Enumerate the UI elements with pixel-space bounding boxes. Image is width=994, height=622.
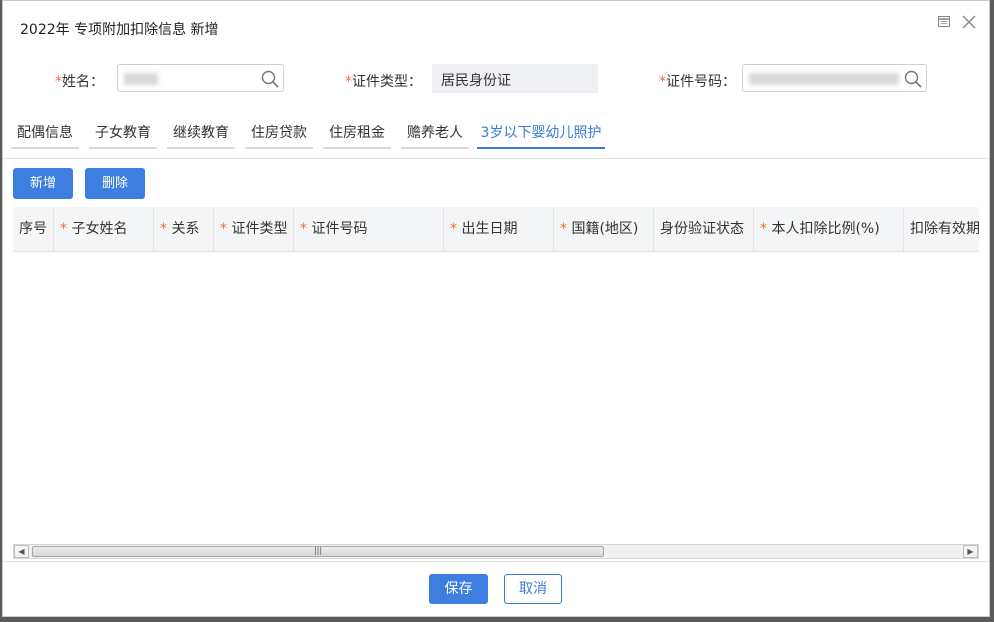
data-grid: 序号 * 子女姓名 * 关系 * 证件类型 * 证件号码 * 出生日期 * 国籍…	[13, 207, 979, 543]
column-header-deduction-ratio[interactable]: * 本人扣除比例(%)	[754, 207, 904, 251]
form-row: *姓名： *证件类型： 居民身份证 *证件号码：	[3, 59, 989, 99]
close-icon[interactable]	[961, 14, 977, 30]
column-header-nationality[interactable]: * 国籍(地区)	[554, 207, 654, 251]
search-icon[interactable]	[261, 70, 279, 88]
cancel-button[interactable]: 取消	[504, 574, 562, 604]
column-header-relation[interactable]: * 关系	[154, 207, 214, 251]
id-type-label: *证件类型：	[345, 74, 422, 90]
column-header-index[interactable]: 序号	[13, 207, 54, 251]
save-button[interactable]: 保存	[429, 574, 488, 604]
column-header-verification-status[interactable]: 身份验证状态	[654, 207, 754, 251]
tab-elderly-support[interactable]: 赡养老人	[401, 119, 469, 149]
tabs-divider	[3, 158, 989, 159]
column-header-birth-date[interactable]: * 出生日期	[444, 207, 554, 251]
tab-housing-loan[interactable]: 住房贷款	[245, 119, 313, 149]
tab-continuing-education[interactable]: 继续教育	[167, 119, 235, 149]
id-number-label: *证件号码：	[659, 74, 736, 90]
grid-header: 序号 * 子女姓名 * 关系 * 证件类型 * 证件号码 * 出生日期 * 国籍…	[13, 207, 979, 252]
required-mark: *	[55, 74, 62, 90]
id-number-redacted	[749, 73, 899, 85]
tab-children-education[interactable]: 子女教育	[89, 119, 157, 149]
horizontal-scrollbar[interactable]: ◀ ||| ▶	[13, 544, 979, 559]
scroll-right-icon[interactable]: ▶	[963, 545, 978, 558]
maximize-icon[interactable]	[938, 16, 950, 27]
tab-infant-care[interactable]: 3岁以下婴幼儿照护	[477, 119, 605, 149]
dialog-titlebar: 2022年 专项附加扣除信息 新增	[3, 1, 989, 53]
dialog: 2022年 专项附加扣除信息 新增 *姓名： *证件类型： 居民身份证 *证件号…	[2, 0, 990, 617]
id-number-input[interactable]	[742, 64, 927, 92]
footer-divider	[3, 561, 989, 562]
add-button[interactable]: 新增	[13, 168, 73, 199]
scroll-thumb[interactable]: |||	[32, 546, 604, 557]
name-redacted	[124, 73, 158, 85]
id-type-field: 居民身份证	[432, 64, 598, 93]
column-header-valid-period[interactable]: 扣除有效期	[904, 207, 979, 251]
tab-housing-rent[interactable]: 住房租金	[323, 119, 391, 149]
column-header-child-name[interactable]: * 子女姓名	[54, 207, 154, 251]
name-label: *姓名：	[55, 74, 104, 90]
name-input[interactable]	[117, 64, 284, 92]
search-icon[interactable]	[904, 70, 922, 88]
delete-button[interactable]: 删除	[85, 168, 145, 199]
scroll-left-icon[interactable]: ◀	[14, 545, 29, 558]
dialog-title: 2022年 专项附加扣除信息 新增	[20, 22, 219, 38]
column-header-id-type[interactable]: * 证件类型	[214, 207, 294, 251]
tab-spouse[interactable]: 配偶信息	[11, 119, 79, 149]
column-header-id-number[interactable]: * 证件号码	[294, 207, 444, 251]
